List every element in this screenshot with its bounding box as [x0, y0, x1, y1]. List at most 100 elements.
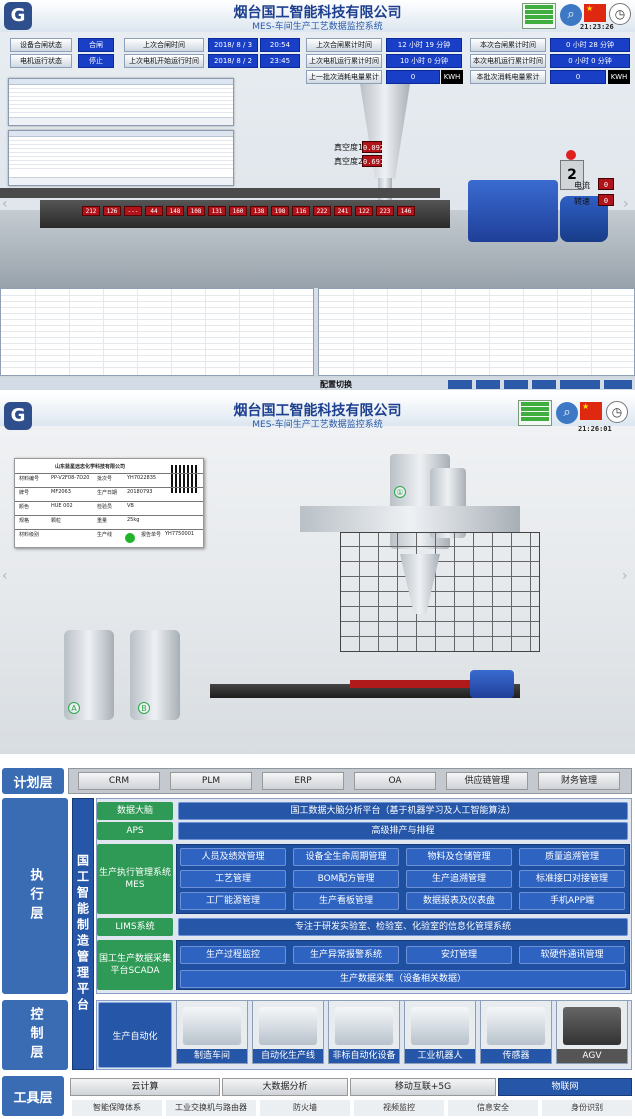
- scada-item[interactable]: 生产异常报警系统: [293, 946, 399, 964]
- mes-item[interactable]: 标准接口对接管理: [519, 870, 625, 888]
- last-motor-start-time: 23:45: [260, 54, 300, 68]
- bottom-button-3[interactable]: [504, 380, 528, 389]
- tool-item-2-2[interactable]: 防火墙: [260, 1100, 350, 1116]
- plan-item-2[interactable]: ERP: [262, 772, 344, 790]
- device-3[interactable]: 工业机器人: [404, 1000, 476, 1064]
- card-value-2: YH7022835: [127, 475, 157, 481]
- device-picture: [259, 1007, 317, 1045]
- batch-data-table[interactable]: [318, 288, 635, 376]
- last-switch-time-label: 上次合闸时间: [124, 38, 204, 52]
- device-0[interactable]: 制造车间: [176, 1000, 248, 1064]
- mes-item[interactable]: 工艺管理: [180, 870, 286, 888]
- mes-item[interactable]: 数据报表及仪表盘: [406, 892, 512, 910]
- tool-item-2-0[interactable]: 智能保障体系: [72, 1100, 162, 1116]
- prev-arrow-icon-2[interactable]: ‹: [2, 568, 8, 584]
- scada-item[interactable]: 生产过程监控: [180, 946, 286, 964]
- current-value: 0: [598, 178, 614, 190]
- table-column: [387, 289, 388, 375]
- temperature-value: 212: [82, 206, 100, 216]
- prev-arrow-icon[interactable]: ‹: [2, 196, 8, 212]
- temperature-value: 116: [292, 206, 310, 216]
- gearbox: [468, 180, 558, 242]
- mes-item[interactable]: 质量追溯管理: [519, 848, 625, 866]
- mes-item[interactable]: 人员及绩效管理: [180, 848, 286, 866]
- lims-label[interactable]: LIMS系统: [97, 918, 173, 936]
- tool-item-2-3[interactable]: 视频监控: [354, 1100, 444, 1116]
- bottom-button-1[interactable]: [448, 380, 472, 389]
- mes-label[interactable]: 生产执行管理系统MES: [97, 844, 173, 914]
- clock-time: 21:23:26: [580, 23, 614, 31]
- card-key-2: 生产日期: [97, 490, 118, 496]
- popup-window-1[interactable]: [8, 78, 234, 126]
- china-flag-icon[interactable]: ★: [584, 4, 606, 22]
- tool-item-2-1[interactable]: 工业交换机与路由器: [166, 1100, 256, 1116]
- mes-item[interactable]: BOM配方管理: [293, 870, 399, 888]
- layer-plan: 计划层: [2, 768, 64, 794]
- table-row: [319, 325, 634, 326]
- bottom-button-4[interactable]: [532, 380, 556, 389]
- table-row: [319, 361, 634, 362]
- card-key: 材料级别: [19, 532, 40, 538]
- scada-label[interactable]: 国工生产数据采集平台SCADA: [97, 940, 173, 990]
- device-4[interactable]: 传感器: [480, 1000, 552, 1064]
- aps-value[interactable]: 高级排产与排程: [178, 822, 628, 840]
- tool-item-2-5[interactable]: 身份识别: [542, 1100, 632, 1116]
- tool-item-2-4[interactable]: 信息安全: [448, 1100, 538, 1116]
- table-column: [137, 289, 138, 375]
- big-data-label[interactable]: 数据大脑: [97, 802, 173, 820]
- mes-item[interactable]: 生产看板管理: [293, 892, 399, 910]
- search-icon-2[interactable]: ⌕: [556, 402, 578, 424]
- table-row: [319, 319, 634, 320]
- mes-item[interactable]: 物料及仓储管理: [406, 848, 512, 866]
- scada-item[interactable]: 软硬件通讯管理: [519, 946, 625, 964]
- platform-title: 国工智能制造管理平台: [72, 798, 94, 1070]
- big-data-value[interactable]: 国工数据大脑分析平台（基于机器学习及人工智能算法）: [178, 802, 628, 820]
- plan-item-3[interactable]: OA: [354, 772, 436, 790]
- config-switch-tab[interactable]: 配置切换: [320, 379, 352, 390]
- mes-item[interactable]: 生产追溯管理: [406, 870, 512, 888]
- scada-wide[interactable]: 生产数据采集（设备相关数据）: [180, 970, 626, 988]
- china-flag-icon-2[interactable]: ★: [580, 402, 602, 420]
- temperature-value: 146: [397, 206, 415, 216]
- plan-item-1[interactable]: PLM: [170, 772, 252, 790]
- device-1[interactable]: 自动化生产线: [252, 1000, 324, 1064]
- tool-item-1-2[interactable]: 移动互联+5G: [350, 1078, 496, 1096]
- scada-item[interactable]: 安灯管理: [406, 946, 512, 964]
- material-label-card[interactable]: 山东蓝星远志化学科技有限公司 材料编号 PP-V2F08-7D20 批次号 YH702…: [14, 458, 204, 548]
- tool-item-1-3[interactable]: 物联网: [498, 1078, 632, 1096]
- vacuum2-label: 真空度2: [334, 157, 364, 166]
- cur-switch-total-label: 本次合闸累计时间: [470, 38, 546, 52]
- bottom-button-6[interactable]: [604, 380, 632, 389]
- table-column: [523, 289, 524, 375]
- lims-value[interactable]: 专注于研发实验室、检验室、化验室的信息化管理系统: [178, 918, 628, 936]
- plan-item-5[interactable]: 财务管理: [538, 772, 620, 790]
- device-5[interactable]: AGV: [556, 1000, 628, 1064]
- next-arrow-icon-2[interactable]: ›: [622, 568, 628, 584]
- card-divider: [15, 501, 203, 502]
- mes-item[interactable]: 工厂能源管理: [180, 892, 286, 910]
- bottom-button-5[interactable]: [560, 380, 600, 389]
- mes-item[interactable]: 设备全生命周期管理: [293, 848, 399, 866]
- popup-window-2[interactable]: [8, 130, 234, 186]
- device-picture: [335, 1007, 393, 1045]
- process-log-table[interactable]: [0, 288, 314, 376]
- table-row: [1, 319, 313, 320]
- card-key-2: 重量: [97, 518, 108, 524]
- plan-item-0[interactable]: CRM: [78, 772, 160, 790]
- bottom-button-2[interactable]: [476, 380, 500, 389]
- device-caption: 制造车间: [177, 1049, 247, 1063]
- next-arrow-icon[interactable]: ›: [623, 196, 629, 212]
- table-column: [591, 289, 592, 375]
- aps-label[interactable]: APS: [97, 822, 173, 840]
- table-row: [319, 349, 634, 350]
- table-row: [1, 307, 313, 308]
- popup-status-1: [9, 117, 233, 125]
- mes-item[interactable]: 手机APP端: [519, 892, 625, 910]
- tool-item-1-1[interactable]: 大数据分析: [222, 1078, 348, 1096]
- automation-label[interactable]: 生产自动化: [98, 1002, 172, 1068]
- clock-time-2: 21:26:01: [578, 425, 612, 433]
- device-2[interactable]: 非标自动化设备: [328, 1000, 400, 1064]
- tool-item-1-0[interactable]: 云计算: [70, 1078, 220, 1096]
- plan-item-4[interactable]: 供应链管理: [446, 772, 528, 790]
- search-icon[interactable]: ⌕: [560, 4, 582, 26]
